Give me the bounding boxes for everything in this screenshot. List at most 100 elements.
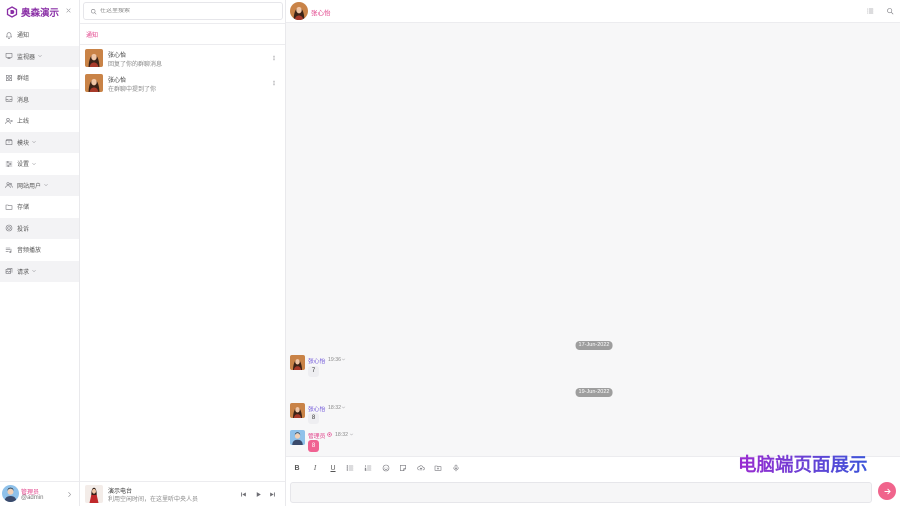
avatar[interactable] — [2, 485, 19, 502]
profile-handle: @admin — [21, 495, 44, 501]
chevron-right-icon[interactable] — [66, 491, 73, 498]
folder-icon — [434, 465, 442, 471]
sticker-button[interactable] — [398, 463, 408, 473]
notifications-panel: 通知 张心怡 回复了你的群聊消息 张心怡 在群聊中提到了你 演示电台 利用空闲时… — [80, 0, 286, 506]
more-vertical-icon[interactable] — [271, 54, 277, 62]
list-icon[interactable] — [866, 7, 874, 15]
chevron-down-icon[interactable] — [31, 139, 37, 145]
chat-header: 张心怡 — [286, 0, 900, 23]
arrow-right-icon — [883, 488, 891, 494]
play-icon[interactable] — [255, 491, 262, 498]
attach-folder-button[interactable] — [433, 463, 443, 473]
upload-button[interactable] — [416, 463, 426, 473]
bullet-list-button[interactable] — [345, 463, 355, 473]
chevron-down-icon[interactable] — [349, 432, 354, 437]
brand-logo-icon[interactable] — [6, 5, 18, 18]
more-vertical-icon[interactable] — [271, 79, 277, 87]
sidebar-item-audio[interactable]: 音频播放 — [0, 239, 79, 261]
search-icon[interactable] — [886, 7, 894, 15]
player-subtitle: 利用空闲时间，在这里听中央人员 — [108, 497, 199, 503]
search-box[interactable] — [83, 2, 283, 20]
own-message-bubble: 8 — [308, 440, 319, 452]
sidebar-item-label: 投诉 — [17, 226, 30, 233]
sidebar-item-online[interactable]: 上线 — [0, 110, 79, 132]
search-input[interactable] — [100, 8, 280, 14]
message-time: 19:36 — [328, 357, 341, 363]
sidebar-item-label: 设置 — [17, 162, 30, 169]
list-item[interactable]: 张心怡 在群聊中提到了你 — [80, 72, 285, 96]
sidebar-item-messages[interactable]: 消息 — [0, 88, 79, 110]
list-item[interactable]: 张心怡 回复了你的群聊消息 — [80, 47, 285, 71]
close-icon[interactable] — [65, 7, 72, 14]
player-cover — [85, 485, 103, 503]
monitor-icon — [5, 53, 13, 60]
sidebar-item-complaints[interactable]: 投诉 — [0, 217, 79, 239]
voice-button[interactable] — [451, 463, 461, 473]
chat-panel: 张心怡 17-Jun-2022 张心怡 19:36 7 19-Jun-2022 … — [286, 0, 900, 506]
message-sender[interactable]: 管理员 — [308, 431, 325, 440]
chevron-down-icon[interactable] — [37, 53, 43, 59]
send-button[interactable] — [878, 482, 896, 500]
sidebar-item-notifications[interactable]: 通知 — [0, 24, 79, 46]
date-separator: 17-Jun-2022 — [575, 341, 613, 350]
sidebar-item-label: 模块 — [17, 140, 30, 147]
avatar[interactable] — [290, 430, 305, 445]
playlist-icon — [5, 247, 12, 253]
user-profile[interactable]: 管理员 @admin — [0, 481, 79, 506]
images-icon — [5, 268, 13, 274]
avatar[interactable] — [290, 2, 308, 20]
brand-header: 奥森演示 — [0, 0, 79, 23]
search-icon — [91, 8, 97, 14]
chevron-down-icon[interactable] — [31, 161, 37, 167]
grid-icon — [6, 74, 12, 81]
bell-icon — [6, 32, 12, 39]
previous-icon[interactable] — [240, 491, 247, 498]
message-sender[interactable]: 张心怡 — [308, 404, 325, 413]
avatar[interactable] — [290, 355, 305, 370]
bold-button[interactable]: B — [292, 463, 302, 473]
sidebar: 奥森演示 通知 监视器 群组 消息 上线 模块 设置 网站用户 存储 投诉 音频… — [0, 0, 80, 506]
notification-sender: 张心怡 — [108, 78, 127, 84]
sidebar-nav: 通知 监视器 群组 消息 上线 模块 设置 网站用户 存储 投诉 音频播放 请求 — [0, 24, 79, 282]
message-bubble: 7 — [308, 366, 319, 377]
sidebar-item-groups[interactable]: 群组 — [0, 67, 79, 89]
message-time: 18:32 — [335, 432, 348, 438]
avatar[interactable] — [290, 403, 305, 418]
users-icon — [5, 182, 13, 189]
sidebar-item-modules[interactable]: 模块 — [0, 131, 79, 153]
chevron-down-icon[interactable] — [341, 357, 346, 362]
underline-button[interactable]: U — [328, 463, 338, 473]
next-icon[interactable] — [269, 491, 276, 498]
chevron-down-icon[interactable] — [43, 182, 49, 188]
notification-sender: 张心怡 — [108, 53, 127, 59]
package-icon — [5, 139, 13, 146]
bullet-list-icon — [346, 465, 354, 471]
chevron-down-icon[interactable] — [341, 405, 346, 410]
chevron-down-icon[interactable] — [31, 268, 37, 274]
status-circle-icon — [327, 432, 332, 437]
sidebar-item-label: 群组 — [17, 76, 30, 83]
sidebar-item-monitor[interactable]: 监视器 — [0, 45, 79, 67]
sidebar-item-label: 通知 — [17, 33, 30, 40]
brand-title[interactable]: 奥森演示 — [21, 5, 59, 19]
sidebar-item-label: 存储 — [17, 205, 30, 212]
sidebar-item-requests[interactable]: 请求 — [0, 260, 79, 282]
sidebar-item-settings[interactable]: 设置 — [0, 153, 79, 175]
numbered-list-icon — [364, 465, 372, 471]
emoji-button[interactable] — [381, 463, 391, 473]
message-bubble: 8 — [308, 413, 319, 424]
sidebar-item-label: 音频播放 — [17, 248, 42, 255]
chat-contact-name[interactable]: 张心怡 — [311, 7, 331, 17]
italic-button[interactable]: I — [310, 463, 320, 473]
sidebar-item-label: 上线 — [17, 119, 30, 126]
message-sender[interactable]: 张心怡 — [308, 356, 325, 365]
notification-text: 在群聊中提到了你 — [108, 87, 157, 93]
overlay-caption: 电脑端页面展示 — [738, 454, 868, 475]
message-input[interactable] — [290, 482, 872, 503]
sidebar-item-site-users[interactable]: 网站用户 — [0, 174, 79, 196]
numbered-list-button[interactable] — [363, 463, 373, 473]
sidebar-item-label: 监视器 — [17, 54, 36, 61]
inbox-icon — [5, 96, 13, 102]
sidebar-item-storage[interactable]: 存储 — [0, 196, 79, 218]
emoji-icon — [382, 464, 390, 472]
